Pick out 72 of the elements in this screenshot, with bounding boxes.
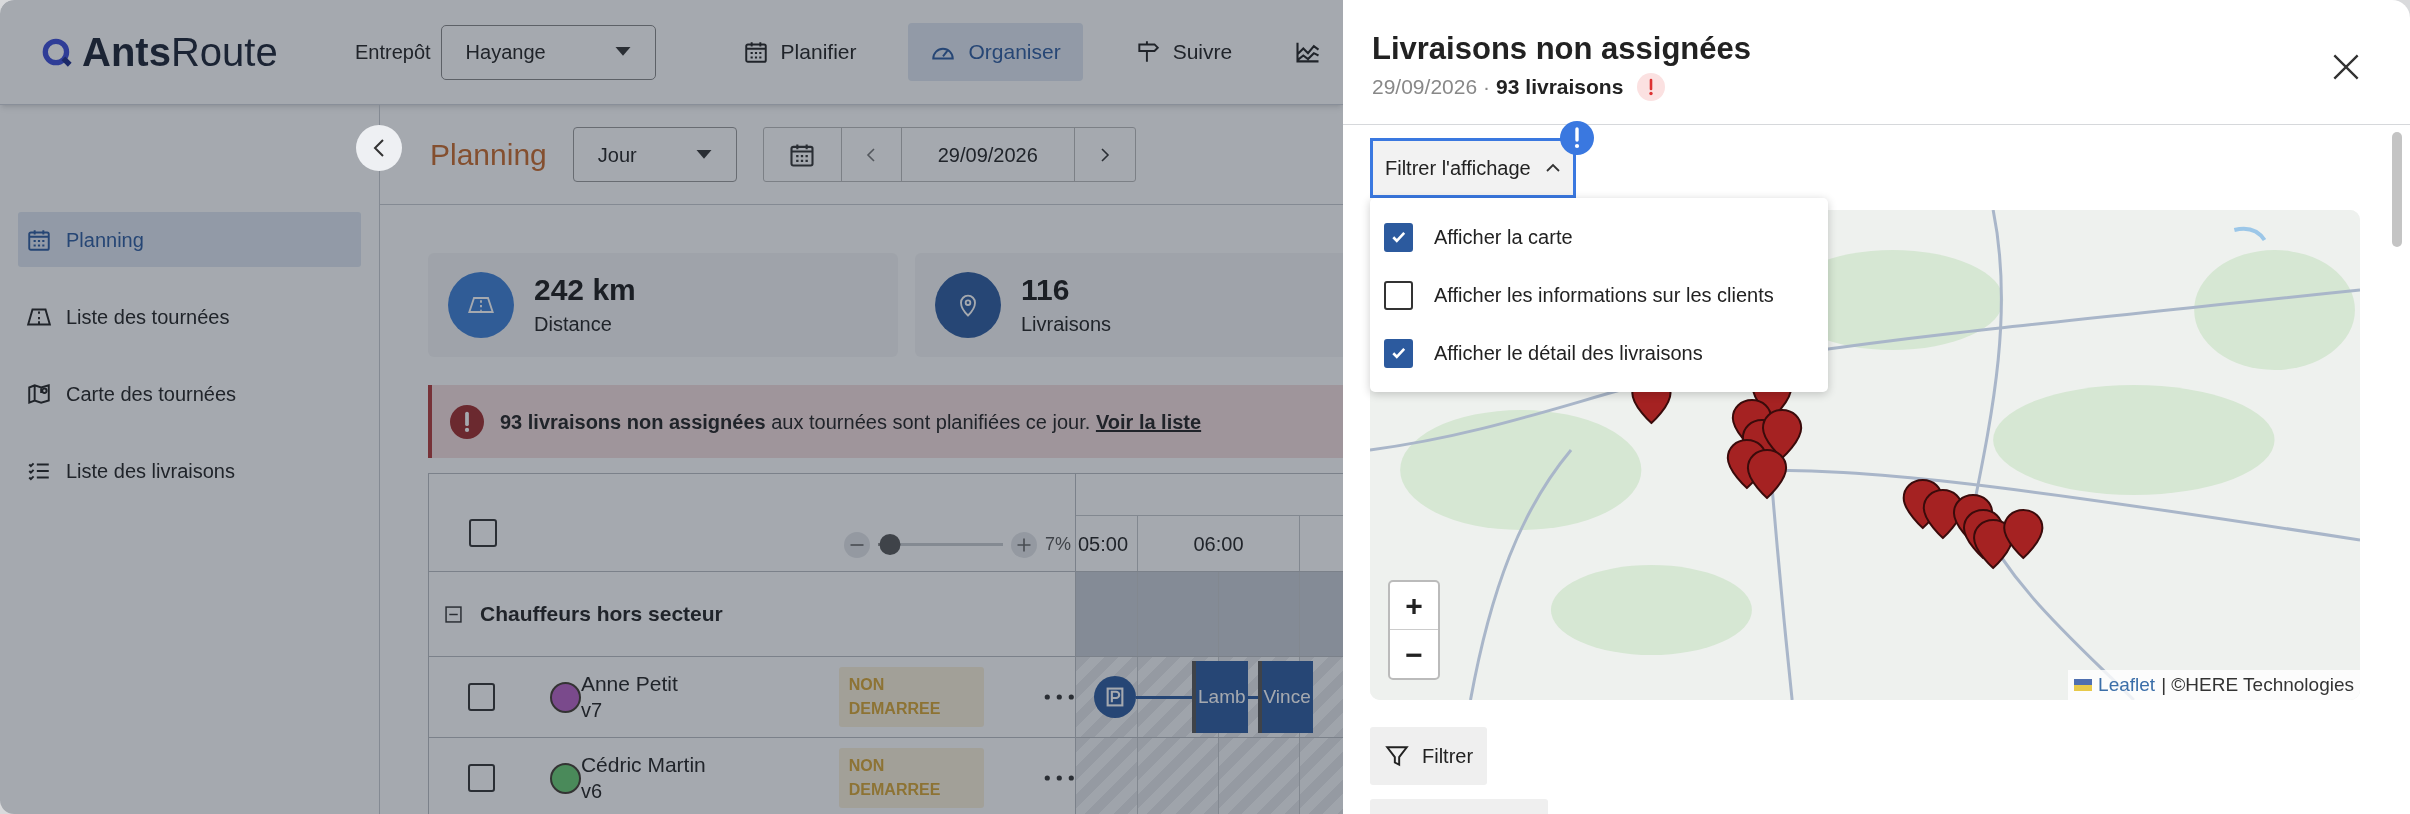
- checkbox[interactable]: [468, 764, 495, 792]
- map-zoom-in-button[interactable]: +: [1390, 582, 1438, 630]
- nav-tab[interactable]: Organiser: [908, 23, 1083, 81]
- sidebar-item[interactable]: Carte des tournées: [18, 366, 361, 421]
- filter-button[interactable]: Filtrer: [1370, 727, 1488, 785]
- checkbox[interactable]: [469, 518, 497, 547]
- stop-block[interactable]: Lamb: [1192, 661, 1248, 733]
- group-label: Chauffeurs hors secteur: [480, 601, 723, 628]
- warning-icon: [1637, 72, 1666, 101]
- panel-title: Livraisons non assignées: [1372, 30, 1752, 68]
- page-title: Planning: [430, 137, 547, 173]
- nav-tab[interactable]: Suivre: [1112, 23, 1255, 81]
- stat-label: Distance: [534, 311, 613, 337]
- slider-thumb[interactable]: [880, 534, 901, 555]
- flag-icon: [2074, 678, 2093, 691]
- chevron-left-icon: [373, 138, 385, 158]
- delivery-count: 93 livraisons: [1496, 73, 1624, 100]
- calendar-icon: [742, 39, 769, 65]
- alert-message: 93 livraisons non assignées aux tournées sont planifiées ce jour. Voir la liste: [500, 409, 1202, 435]
- checkbox[interactable]: [1384, 280, 1413, 310]
- attribution-text: | ©HERE Technologies: [2161, 672, 2354, 697]
- filter-option[interactable]: Afficher les informations sur les clients: [1370, 266, 1828, 324]
- stat-value: 242 km: [534, 272, 636, 309]
- driver-name: Cédric Martin: [580, 752, 707, 779]
- warehouse-label: Entrepôt: [355, 40, 431, 65]
- checkbox[interactable]: [1384, 222, 1413, 252]
- stop-block[interactable]: Vince: [1257, 661, 1313, 733]
- zoom-in-icon[interactable]: [1011, 531, 1037, 558]
- view-select[interactable]: Jour: [572, 127, 737, 182]
- logo-text: AntsRoute: [82, 32, 278, 72]
- leaflet-link[interactable]: Leaflet: [2098, 670, 2156, 699]
- chevron-up-icon: [1544, 163, 1561, 173]
- status-badge: NON DEMARREE: [838, 667, 985, 727]
- collapse-icon[interactable]: [445, 605, 462, 623]
- chevron-right-icon: [1099, 146, 1110, 163]
- zoom-out-icon[interactable]: [844, 531, 870, 558]
- filter-icon: [1384, 743, 1410, 769]
- sidebar-item[interactable]: Liste des livraisons: [18, 443, 361, 498]
- warehouse-select[interactable]: Hayange: [440, 24, 656, 80]
- dropdown-caret-icon: [614, 47, 631, 57]
- scrollbar-thumb[interactable]: [2392, 132, 2402, 247]
- stat-value: 116: [1021, 272, 1071, 309]
- view-list-link[interactable]: Voir la liste: [1095, 410, 1202, 433]
- separator-dot: ·: [1483, 73, 1491, 100]
- hour-label: 06:00: [1193, 531, 1244, 557]
- vehicle-label: v7: [580, 697, 604, 723]
- driver-name: Anne Petit: [580, 671, 679, 698]
- route-line: [1136, 695, 1192, 699]
- map-zoom-out-button[interactable]: −: [1390, 630, 1438, 678]
- error-icon: [450, 404, 484, 439]
- hour-label: 05:00: [1078, 531, 1129, 557]
- sidebar-item[interactable]: Planning: [18, 212, 361, 267]
- filter-option[interactable]: Afficher le détail des livraisons: [1370, 324, 1828, 382]
- checkbox[interactable]: [468, 683, 495, 711]
- zoom-percentage: 7%: [1045, 533, 1071, 556]
- checkbox[interactable]: [1384, 338, 1413, 368]
- vehicle-label: v6: [580, 778, 604, 804]
- filter-display-button[interactable]: Filtrer l'affichage: [1370, 138, 1576, 198]
- dropdown-caret-icon: [695, 149, 712, 160]
- more-options-icon[interactable]: [1044, 694, 1075, 700]
- filter-option[interactable]: Afficher la carte: [1370, 208, 1828, 266]
- date-label: 29/09/2026: [1372, 73, 1478, 100]
- chevron-left-icon: [866, 146, 877, 163]
- sidebar-item[interactable]: Liste des tournées: [18, 289, 361, 344]
- close-icon: [2332, 53, 2360, 81]
- status-badge: NON DEMARREE: [838, 748, 985, 808]
- collapse-button[interactable]: [356, 125, 402, 171]
- parking-icon: [1094, 676, 1136, 718]
- stat-label: Livraisons: [1021, 311, 1112, 337]
- alert-badge-icon: [1560, 121, 1594, 155]
- more-options-icon[interactable]: [1044, 775, 1075, 781]
- nav-tab[interactable]: Planifier: [720, 23, 879, 81]
